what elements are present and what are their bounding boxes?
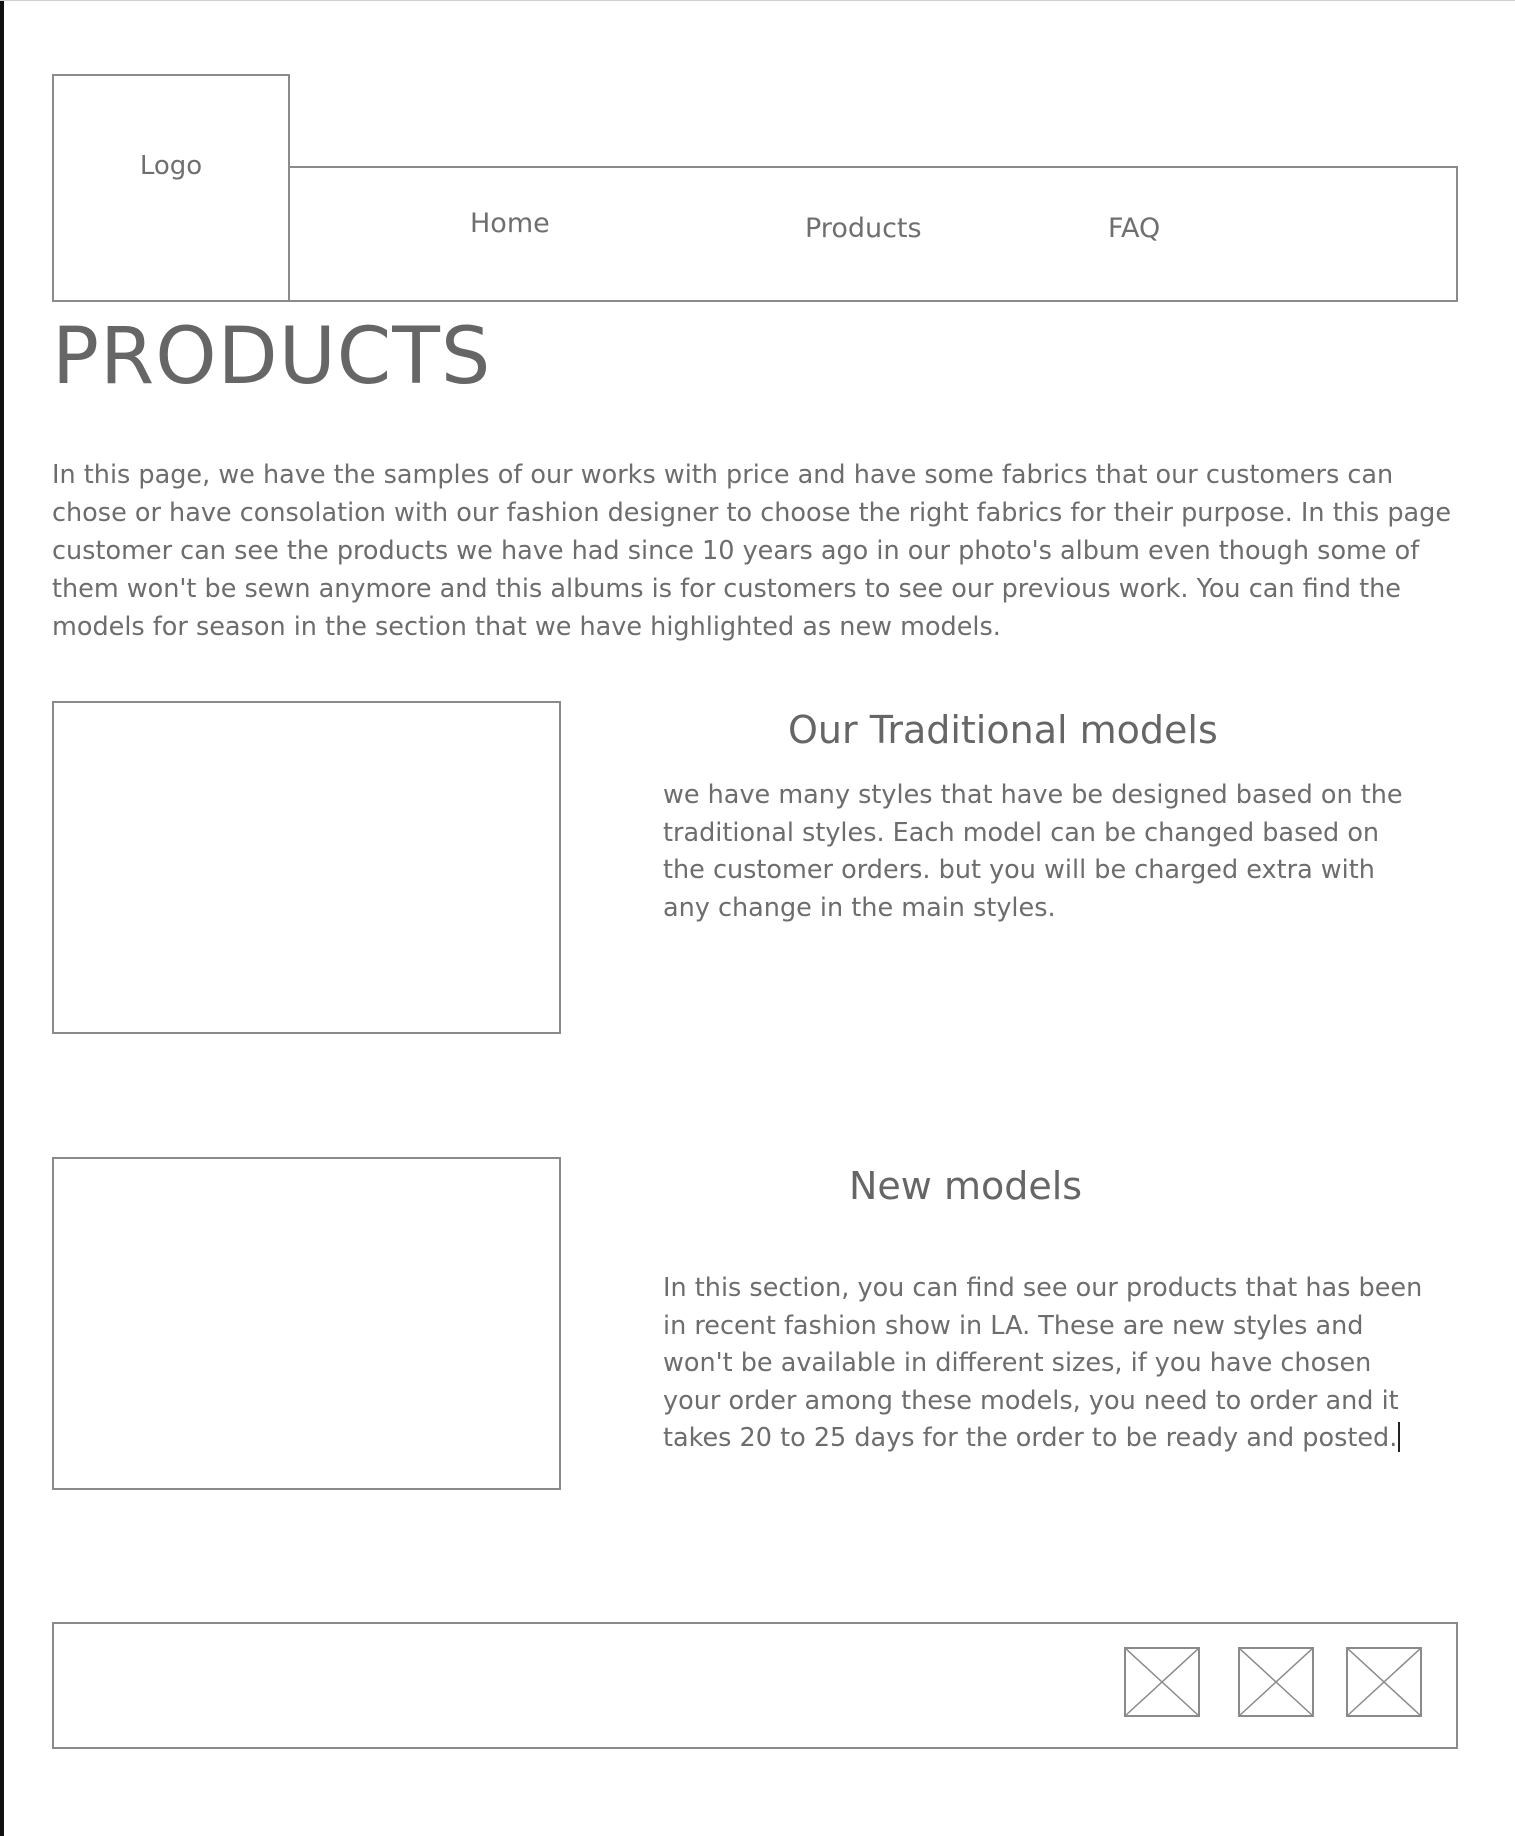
image-placeholder-icon[interactable] bbox=[1238, 1647, 1314, 1717]
logo-label: Logo bbox=[139, 151, 203, 181]
text-cursor bbox=[1398, 1422, 1401, 1452]
image-placeholder-icon[interactable] bbox=[1124, 1647, 1200, 1717]
logo-placeholder[interactable]: Logo bbox=[52, 74, 290, 302]
new-models-text[interactable]: In this section, you can find see our pr… bbox=[663, 1270, 1423, 1458]
footer bbox=[52, 1622, 1458, 1749]
nav-link-faq[interactable]: FAQ bbox=[1108, 213, 1160, 244]
nav-link-products[interactable]: Products bbox=[805, 213, 922, 244]
nav-bar: Home Products FAQ bbox=[288, 166, 1458, 302]
intro-paragraph: In this page, we have the samples of our… bbox=[52, 460, 1452, 642]
page-title: PRODUCTS bbox=[52, 312, 492, 402]
new-models-image-placeholder bbox=[52, 1157, 561, 1490]
new-models-text-content: In this section, you can find see our pr… bbox=[663, 1273, 1423, 1453]
new-models-heading: New models bbox=[849, 1164, 1083, 1208]
window-top-border bbox=[0, 0, 1515, 1]
nav-link-home[interactable]: Home bbox=[470, 208, 550, 239]
window-left-border bbox=[0, 0, 4, 1836]
image-placeholder-icon[interactable] bbox=[1346, 1647, 1422, 1717]
traditional-models-heading: Our Traditional models bbox=[788, 708, 1218, 752]
traditional-models-image-placeholder bbox=[52, 701, 561, 1034]
traditional-models-text: we have many styles that have be designe… bbox=[663, 780, 1403, 923]
